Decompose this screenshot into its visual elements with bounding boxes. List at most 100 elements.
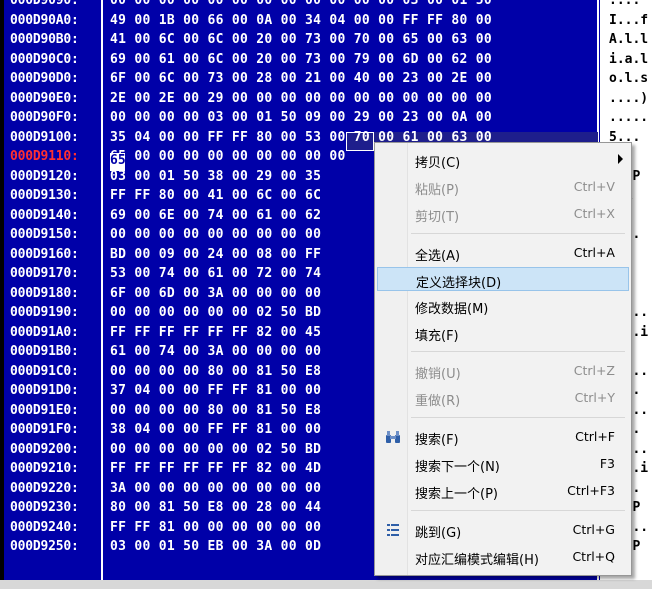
row-hex-bytes[interactable]: 2E 00 2E 00 29 00 00 00 00 00 00 00 00 0… (110, 89, 492, 109)
menu-item-fill[interactable]: 填充(F) (377, 321, 629, 345)
row-address: 000D91A0: (10, 324, 79, 340)
submenu-arrow-icon (618, 154, 623, 164)
hex-row[interactable]: 000D9090: 00 00 00 00 00 00 00 00 00 00 0… (0, 0, 652, 11)
row-hex-bytes[interactable]: FF FF FF FF FF FF 82 00 45 (110, 323, 321, 343)
row-hex-bytes[interactable]: 03 00 01 50 EB 00 3A 00 0D (110, 537, 321, 557)
menu-separator (411, 417, 625, 418)
context-menu: 拷贝(C) 粘贴(P) Ctrl+V 剪切(T) Ctrl+X 全选(A) Ct… (374, 142, 632, 576)
cursor-cell-value: 65 (110, 153, 126, 168)
row-address: 000D90E0: (10, 90, 79, 106)
menu-item-shortcut: Ctrl+Z (573, 363, 615, 378)
row-hex-bytes[interactable]: 69 00 6E 00 74 00 61 00 62 (110, 206, 321, 226)
menu-item-shortcut: Ctrl+V (573, 179, 615, 194)
menu-separator (411, 510, 625, 511)
row-hex-bytes[interactable]: 00 00 00 00 03 00 01 50 09 00 29 00 23 0… (110, 108, 492, 128)
hex-row[interactable]: 000D90B0: 41 00 6C 00 6C 00 20 00 73 00 7… (0, 30, 652, 50)
menu-item-asm-edit[interactable]: 对应汇编模式编辑(H) Ctrl+Q (377, 545, 629, 569)
row-address: 000D9190: (10, 305, 79, 320)
row-hex-bytes[interactable]: 49 00 1B 00 66 00 0A 00 34 04 00 00 FF F… (110, 11, 492, 31)
row-hex-bytes[interactable]: 00 00 00 00 00 00 02 50 BD (110, 440, 321, 460)
menu-item-label: 搜索上一个(P) (415, 487, 498, 502)
menu-item-shortcut: F3 (599, 456, 615, 471)
row-hex-bytes[interactable]: 6F 00 6C 00 73 00 28 00 21 00 40 00 23 0… (110, 69, 492, 89)
menu-item-shortcut: Ctrl+Y (574, 390, 615, 405)
menu-item-shortcut: Ctrl+A (573, 245, 615, 260)
menu-item-shortcut: Ctrl+Q (572, 549, 615, 564)
menu-item-undo[interactable]: 撤销(U) Ctrl+Z (377, 359, 629, 383)
row-ascii: o.l.s (609, 71, 649, 86)
menu-item-goto[interactable]: 跳到(G) Ctrl+G (377, 518, 629, 542)
row-ascii: i.a.l (609, 51, 649, 67)
row-address: 000D91B0: (10, 344, 79, 359)
row-ascii: ..... (609, 110, 649, 125)
row-hex-bytes[interactable]: 00 00 00 00 00 00 02 50 BD (110, 303, 321, 323)
menu-item-label: 搜索下一个(N) (415, 460, 500, 475)
row-ascii: I...f (609, 12, 649, 28)
row-hex-bytes[interactable]: 69 00 61 00 6C 00 20 00 73 00 79 00 6D 0… (110, 50, 492, 70)
row-address: 000D9170: (10, 266, 79, 281)
menu-item-select-all[interactable]: 全选(A) Ctrl+A (377, 241, 629, 265)
row-hex-bytes[interactable]: 38 04 00 00 FF FF 81 00 00 (110, 420, 321, 440)
row-address: 000D91C0: (10, 363, 79, 379)
row-hex-bytes[interactable]: FF FF FF FF FF FF 82 00 4D (110, 459, 321, 479)
menu-item-label: 定义选择块(D) (416, 276, 502, 291)
menu-item-define-block[interactable]: 定义选择块(D) (377, 267, 629, 291)
menu-item-search-next[interactable]: 搜索下一个(N) F3 (377, 452, 629, 476)
menu-item-paste[interactable]: 粘贴(P) Ctrl+V (377, 175, 629, 199)
row-hex-bytes[interactable]: 00 00 00 00 80 00 81 50 E8 (110, 362, 321, 382)
menu-item-label: 修改数据(M) (415, 302, 489, 317)
row-hex-bytes[interactable]: 00 00 00 00 00 00 00 00 00 (110, 225, 321, 245)
hex-row[interactable]: 000D90C0: 69 00 61 00 6C 00 20 00 73 00 7… (0, 50, 652, 70)
row-hex-bytes[interactable]: 3A 00 00 00 00 00 00 00 00 (110, 479, 321, 499)
row-address: 000D9230: (10, 500, 79, 515)
row-address: 000D9130: (10, 188, 79, 203)
row-address: 000D9220: (10, 480, 79, 496)
menu-item-copy[interactable]: 拷贝(C) (377, 148, 629, 172)
hex-row[interactable]: 000D90D0: 6F 00 6C 00 73 00 28 00 21 00 4… (0, 69, 652, 89)
row-hex-bytes[interactable]: 03 00 01 50 38 00 29 00 35 (110, 167, 321, 187)
row-address: 000D9100: (10, 129, 79, 145)
row-hex-bytes[interactable]: 6F 00 6D 00 3A 00 00 00 00 (110, 284, 321, 304)
menu-item-label: 填充(F) (415, 329, 459, 344)
menu-item-label: 剪切(T) (415, 210, 460, 225)
row-hex-bytes[interactable]: 61 00 74 00 3A 00 00 00 00 (110, 342, 321, 362)
row-address: 000D90F0: (10, 110, 79, 125)
row-ascii: A.l.l (609, 32, 649, 47)
hex-row[interactable]: 000D90E0: 2E 00 2E 00 29 00 00 00 00 00 0… (0, 89, 652, 109)
hex-row[interactable]: 000D90F0: 00 00 00 00 03 00 01 50 09 00 2… (0, 108, 652, 128)
row-hex-bytes[interactable]: 00 00 00 00 00 00 00 00 00 00 00 00 03 0… (110, 0, 492, 11)
menu-item-redo[interactable]: 重做(R) Ctrl+Y (377, 386, 629, 410)
binoculars-icon (385, 429, 401, 445)
menu-item-shortcut: Ctrl+X (573, 206, 615, 221)
menu-separator (411, 351, 625, 352)
row-address: 000D91F0: (10, 422, 79, 437)
horizontal-scrollbar[interactable] (0, 580, 652, 589)
menu-item-cut[interactable]: 剪切(T) Ctrl+X (377, 202, 629, 226)
row-hex-bytes[interactable]: FF FF 81 00 00 00 00 00 00 (110, 518, 321, 538)
menu-item-search-prev[interactable]: 搜索上一个(P) Ctrl+F3 (377, 479, 629, 503)
row-hex-bytes[interactable]: 80 00 81 50 E8 00 28 00 44 (110, 498, 321, 518)
row-hex-bytes[interactable]: BD 00 09 00 24 00 08 00 FF (110, 245, 321, 265)
row-hex-bytes[interactable]: 53 00 74 00 61 00 72 00 74 (110, 264, 321, 284)
row-hex-bytes[interactable]: 65 00 00 00 00 00 00 00 00 00 (110, 147, 346, 167)
menu-item-label: 撤销(U) (415, 367, 461, 382)
menu-item-label: 对应汇编模式编辑(H) (415, 553, 539, 568)
row-hex-bytes[interactable]: 41 00 6C 00 6C 00 20 00 73 00 70 00 65 0… (110, 30, 492, 50)
row-hex-bytes[interactable]: 00 00 00 00 80 00 81 50 E8 (110, 401, 321, 421)
menu-item-label: 搜索(F) (415, 433, 459, 448)
row-ascii: ....) (609, 90, 649, 106)
menu-item-label: 重做(R) (415, 394, 461, 409)
window-left-border (0, 0, 4, 589)
row-address: 000D9250: (10, 539, 79, 554)
row-address: 000D91E0: (10, 402, 79, 418)
row-hex-bytes[interactable]: FF FF 80 00 41 00 6C 00 6C (110, 186, 321, 206)
menu-item-shortcut: Ctrl+F (575, 429, 615, 444)
menu-item-modify-data[interactable]: 修改数据(M) (377, 294, 629, 318)
row-hex-bytes[interactable]: 37 04 00 00 FF FF 81 00 00 (110, 381, 321, 401)
menu-item-search[interactable]: 搜索(F) Ctrl+F (377, 425, 629, 449)
row-address: 000D90C0: (10, 51, 79, 67)
row-address: 000D9120: (10, 168, 79, 184)
menu-separator (411, 233, 625, 234)
row-ascii: .... (609, 0, 641, 8)
hex-row[interactable]: 000D90A0: 49 00 1B 00 66 00 0A 00 34 04 0… (0, 11, 652, 31)
